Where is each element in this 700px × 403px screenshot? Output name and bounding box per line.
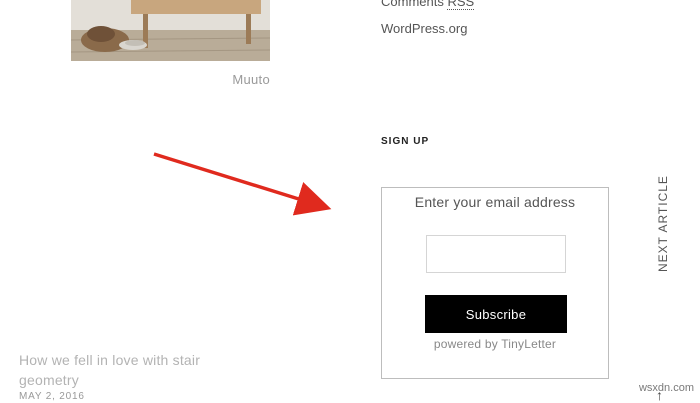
signup-heading: SIGN UP <box>381 136 430 147</box>
watermark: wsxdn.com <box>638 382 694 394</box>
next-post-title[interactable]: How we fell in love with stair geometry <box>19 350 239 390</box>
next-post-date: MAY 2, 2016 <box>19 391 85 402</box>
powered-by-tinyletter[interactable]: powered by TinyLetter <box>382 337 608 351</box>
comments-rss-link[interactable]: Comments RSS <box>381 0 475 10</box>
chair-shoes-image <box>71 0 270 61</box>
signup-form: Enter your email address Subscribe power… <box>381 187 609 379</box>
photo-caption: Muuto <box>232 72 270 87</box>
wordpress-org-link[interactable]: WordPress.org <box>381 21 467 36</box>
red-arrow-annotation <box>153 152 332 216</box>
comments-rss-prefix: Comments <box>381 0 448 9</box>
next-article-link[interactable]: NEXT ARTICLE <box>656 175 670 272</box>
featured-photo <box>71 0 270 61</box>
subscribe-button[interactable]: Subscribe <box>425 295 567 333</box>
rss-abbr: RSS <box>447 0 475 10</box>
email-input[interactable] <box>426 235 566 273</box>
email-prompt: Enter your email address <box>414 194 576 210</box>
